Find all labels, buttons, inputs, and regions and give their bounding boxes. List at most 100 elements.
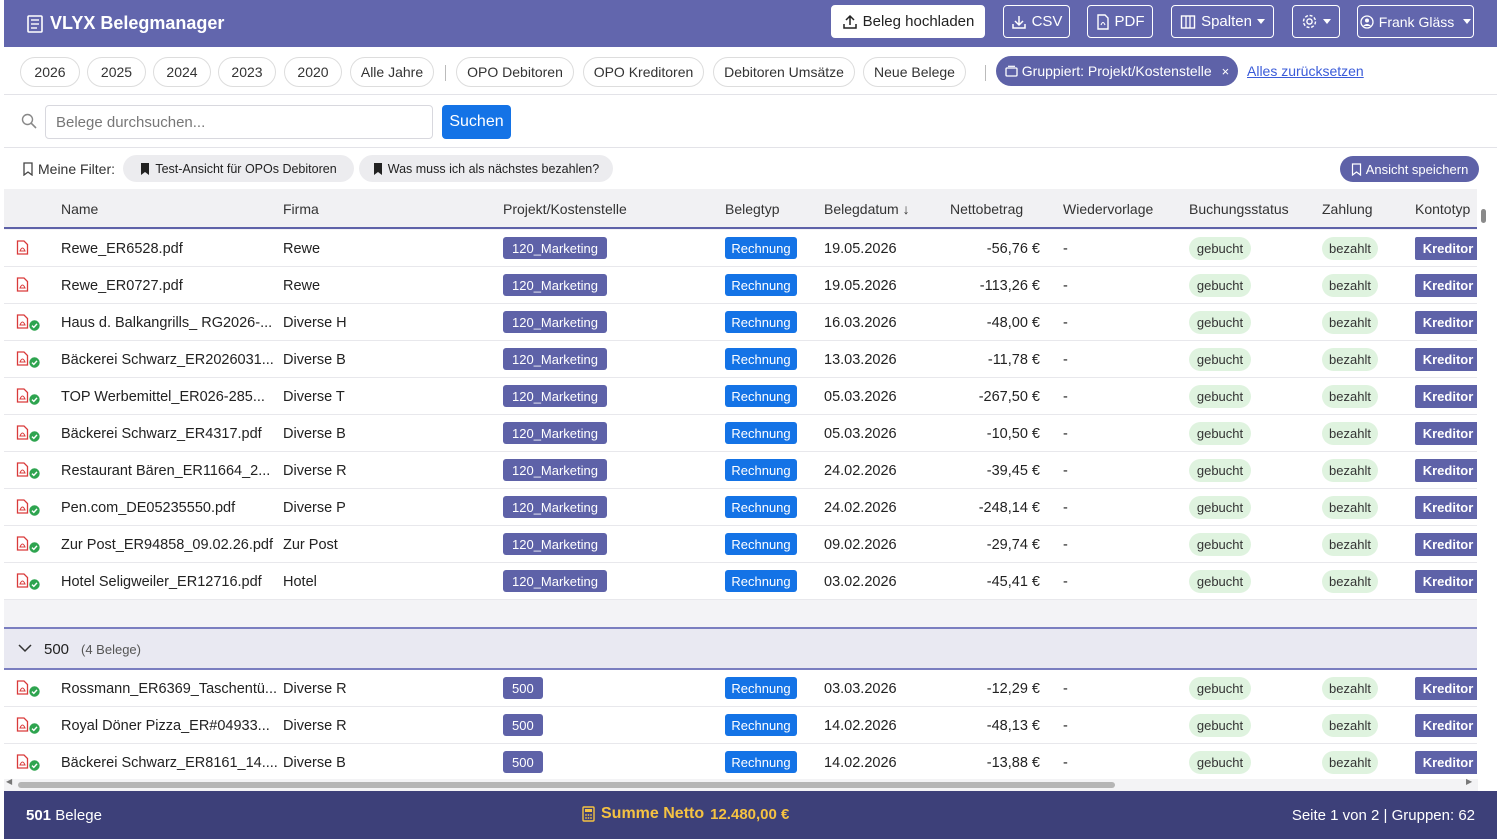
table-row[interactable]: Royal Döner Pizza_ER#04933... Diverse R 50…: [4, 707, 1477, 744]
horizontal-scroll-thumb[interactable]: [18, 782, 1115, 788]
column-header-zahlung[interactable]: Zahlung: [1322, 201, 1373, 217]
table-row[interactable]: Rewe_ER0727.pdf Rewe 120_Marketing Rechnung…: [4, 267, 1477, 304]
view-chip-opo-kreditoren[interactable]: OPO Kreditoren: [583, 57, 704, 87]
table-row[interactable]: Haus d. Balkangrills_ RG2026-... Diverse …: [4, 304, 1477, 341]
document-type-tag[interactable]: Rechnung: [725, 459, 797, 481]
document-name[interactable]: Bäckerei Schwarz_ER2026031...: [61, 352, 274, 368]
column-header-buchungsstatus[interactable]: Buchungsstatus: [1189, 201, 1289, 217]
table-row[interactable]: Zur Post_ER94858_09.02.26.pdf Zur Post 120…: [4, 526, 1477, 563]
document-name[interactable]: Rewe_ER0727.pdf: [61, 278, 183, 294]
document-type-tag[interactable]: Rechnung: [725, 496, 797, 518]
document-type-tag[interactable]: Rechnung: [725, 714, 797, 736]
column-header-projekt[interactable]: Projekt/Kostenstelle: [503, 201, 627, 217]
user-menu-button[interactable]: Frank Gläss: [1357, 5, 1474, 38]
document-type-tag[interactable]: Rechnung: [725, 274, 797, 296]
document-name[interactable]: Pen.com_DE05235550.pdf: [61, 500, 235, 516]
project-tag[interactable]: 120_Marketing: [503, 422, 607, 444]
upload-button[interactable]: Beleg hochladen: [831, 5, 985, 38]
document-name[interactable]: Bäckerei Schwarz_ER8161_14....: [61, 755, 278, 771]
project-tag[interactable]: 120_Marketing: [503, 385, 607, 407]
vertical-scroll-thumb[interactable]: [1481, 209, 1486, 223]
document-name[interactable]: Rossmann_ER6369_Taschentü...: [61, 681, 277, 697]
settings-button[interactable]: [1292, 5, 1340, 38]
year-chip-2026[interactable]: 2026: [20, 57, 80, 87]
document-type-tag[interactable]: Rechnung: [725, 422, 797, 444]
document-type-tag[interactable]: Rechnung: [725, 570, 797, 592]
document-type-tag[interactable]: Rechnung: [725, 348, 797, 370]
pdf-file-icon: [16, 314, 29, 329]
view-chip-opo-debitoren[interactable]: OPO Debitoren: [456, 57, 574, 87]
project-tag[interactable]: 120_Marketing: [503, 311, 607, 333]
search-input[interactable]: [45, 105, 433, 139]
pdf-file-icon: [16, 499, 29, 514]
document-type-tag[interactable]: Rechnung: [725, 677, 797, 699]
table-row[interactable]: Hotel Seligweiler_ER12716.pdf Hotel 120_Ma…: [4, 563, 1477, 600]
document-type-tag[interactable]: Rechnung: [725, 751, 797, 773]
document-name[interactable]: Bäckerei Schwarz_ER4317.pdf: [61, 426, 262, 442]
search-button[interactable]: Suchen: [442, 105, 511, 139]
reset-all-link[interactable]: Alles zurücksetzen: [1247, 63, 1364, 79]
column-header-belegdatum[interactable]: Belegdatum ↓: [824, 201, 910, 217]
scroll-right-arrow-icon[interactable]: ▶: [1466, 777, 1472, 786]
project-tag[interactable]: 120_Marketing: [503, 348, 607, 370]
year-chip-2023[interactable]: 2023: [218, 57, 276, 87]
project-tag[interactable]: 500: [503, 714, 543, 736]
remove-grouping-icon[interactable]: ×: [1222, 64, 1230, 79]
pdf-export-button[interactable]: PDF: [1087, 5, 1153, 38]
save-view-button[interactable]: Ansicht speichern: [1340, 156, 1479, 182]
project-tag[interactable]: 120_Marketing: [503, 237, 607, 259]
app-brand[interactable]: VLYX Belegmanager: [26, 13, 224, 34]
year-chip-all[interactable]: Alle Jahre: [350, 57, 434, 87]
table-row[interactable]: TOP Werbemittel_ER026-285... Diverse T 120…: [4, 378, 1477, 415]
table-row[interactable]: Pen.com_DE05235550.pdf Diverse P 120_Marke…: [4, 489, 1477, 526]
project-tag[interactable]: 120_Marketing: [503, 533, 607, 555]
year-chip-2024[interactable]: 2024: [153, 57, 211, 87]
table-row[interactable]: Bäckerei Schwarz_ER2026031... Diverse B 12…: [4, 341, 1477, 378]
column-header-firma[interactable]: Firma: [283, 201, 319, 217]
horizontal-scrollbar[interactable]: ◀ ▶: [4, 777, 1478, 791]
view-chip-debitoren-umsaetze[interactable]: Debitoren Umsätze: [713, 57, 855, 87]
saved-filter-chip[interactable]: Was muss ich als nächstes bezahlen?: [359, 155, 613, 182]
document-name[interactable]: Royal Döner Pizza_ER#04933...: [61, 718, 270, 734]
table-row[interactable]: Restaurant Bären_ER11664_2... Diverse R 12…: [4, 452, 1477, 489]
document-type-tag[interactable]: Rechnung: [725, 533, 797, 555]
document-name[interactable]: Haus d. Balkangrills_ RG2026-...: [61, 315, 272, 331]
table-row[interactable]: Bäckerei Schwarz_ER4317.pdf Diverse B 120_…: [4, 415, 1477, 452]
document-name[interactable]: Rewe_ER6528.pdf: [61, 241, 183, 257]
booking-status-badge: gebucht: [1189, 714, 1251, 737]
document-name[interactable]: Hotel Seligweiler_ER12716.pdf: [61, 574, 262, 590]
column-header-nettobetrag[interactable]: Nettobetrag: [950, 201, 1023, 217]
scroll-left-arrow-icon[interactable]: ◀: [6, 777, 12, 786]
pdf-file-icon: [16, 536, 29, 551]
csv-export-button[interactable]: CSV: [1003, 5, 1070, 38]
column-header-belegtyp[interactable]: Belegtyp: [725, 201, 779, 217]
document-type-tag[interactable]: Rechnung: [725, 237, 797, 259]
group-header-row[interactable]: 500 (4 Belege): [4, 627, 1477, 670]
table-row[interactable]: Rossmann_ER6369_Taschentü... Diverse R 500…: [4, 670, 1477, 707]
document-type-tag[interactable]: Rechnung: [725, 385, 797, 407]
year-chip-2025[interactable]: 2025: [87, 57, 146, 87]
table-row[interactable]: Bäckerei Schwarz_ER8161_14.... Diverse B 5…: [4, 744, 1477, 779]
saved-filter-chip[interactable]: Test-Ansicht für OPOs Debitoren: [123, 155, 354, 182]
column-header-name[interactable]: Name: [61, 201, 98, 217]
year-chip-2020[interactable]: 2020: [284, 57, 342, 87]
group-count: (4 Belege): [81, 642, 141, 657]
document-type-tag[interactable]: Rechnung: [725, 311, 797, 333]
view-chip-neue-belege[interactable]: Neue Belege: [863, 57, 966, 87]
vertical-scrollbar[interactable]: [1478, 189, 1498, 779]
document-name[interactable]: TOP Werbemittel_ER026-285...: [61, 389, 265, 405]
project-tag[interactable]: 120_Marketing: [503, 496, 607, 518]
project-tag[interactable]: 120_Marketing: [503, 459, 607, 481]
project-tag[interactable]: 500: [503, 677, 543, 699]
project-tag[interactable]: 120_Marketing: [503, 570, 607, 592]
column-header-kontotyp[interactable]: Kontotyp: [1415, 201, 1470, 217]
project-tag[interactable]: 120_Marketing: [503, 274, 607, 296]
table-row[interactable]: Rewe_ER6528.pdf Rewe 120_Marketing Rechnung…: [4, 230, 1477, 267]
document-name[interactable]: Restaurant Bären_ER11664_2...: [61, 463, 270, 479]
chevron-down-icon[interactable]: [18, 643, 32, 653]
project-tag[interactable]: 500: [503, 751, 543, 773]
column-header-wiedervorlage[interactable]: Wiedervorlage: [1063, 201, 1153, 217]
columns-button[interactable]: Spalten: [1171, 5, 1274, 38]
document-name[interactable]: Zur Post_ER94858_09.02.26.pdf: [61, 537, 273, 553]
grouping-chip[interactable]: Gruppiert: Projekt/Kostenstelle ×: [996, 56, 1238, 86]
